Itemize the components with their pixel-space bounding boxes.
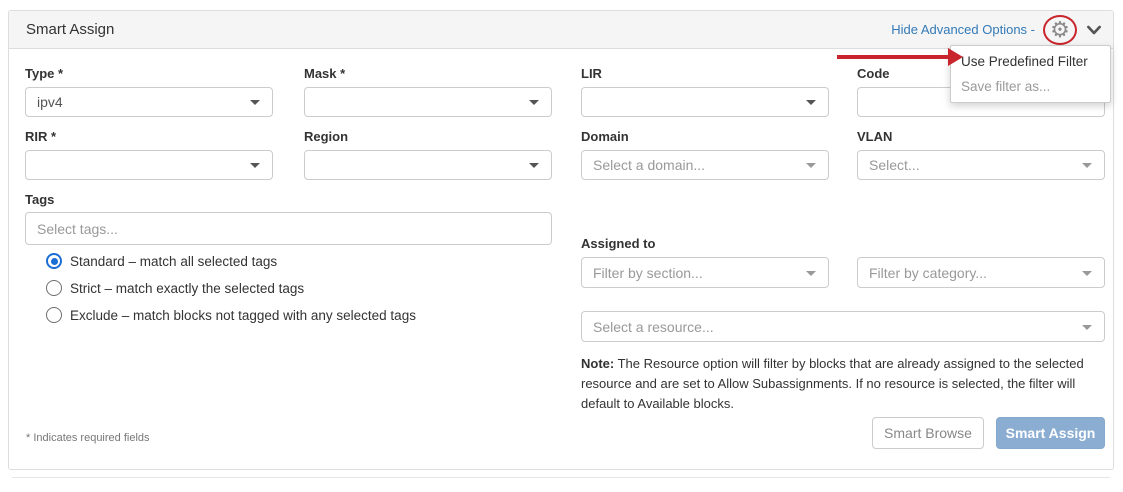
resource-note: Note: The Resource option will filter by… bbox=[581, 354, 1105, 414]
page-title: Smart Assign bbox=[26, 21, 114, 38]
smart-browse-button[interactable]: Smart Browse bbox=[872, 417, 984, 449]
type-label: Type * bbox=[25, 66, 63, 81]
region-label: Region bbox=[304, 129, 348, 144]
domain-select[interactable]: Select a domain... bbox=[581, 150, 829, 180]
radio-button[interactable] bbox=[46, 253, 62, 269]
menu-item-use-predefined-filter[interactable]: Use Predefined Filter bbox=[951, 49, 1110, 74]
tag-match-option-standard[interactable]: Standard – match all selected tags bbox=[46, 253, 277, 269]
filter-section-select[interactable]: Filter by section... bbox=[581, 257, 829, 288]
code-label: Code bbox=[857, 66, 890, 81]
lir-label: LIR bbox=[581, 66, 602, 81]
radio-label: Exclude – match blocks not tagged with a… bbox=[70, 308, 416, 323]
bottom-divider bbox=[12, 477, 1110, 478]
smart-assign-panel: Smart Assign Hide Advanced Options - ⚙ T… bbox=[8, 10, 1114, 470]
caret-down-icon bbox=[806, 163, 816, 168]
mask-select[interactable] bbox=[304, 87, 552, 117]
lir-select[interactable] bbox=[581, 87, 829, 117]
radio-label: Standard – match all selected tags bbox=[70, 254, 277, 269]
radio-label: Strict – match exactly the selected tags bbox=[70, 281, 304, 296]
filter-settings-button[interactable]: ⚙ bbox=[1045, 16, 1075, 44]
rir-label: RIR * bbox=[25, 129, 56, 144]
caret-down-icon bbox=[1082, 271, 1092, 276]
caret-down-icon bbox=[250, 100, 260, 105]
type-select[interactable]: ipv4 bbox=[25, 87, 273, 117]
required-fields-note: * Indicates required fields bbox=[26, 432, 150, 444]
gear-icon: ⚙ bbox=[1050, 19, 1070, 41]
note-prefix: Note: bbox=[581, 356, 614, 371]
caret-down-icon bbox=[1082, 325, 1092, 330]
rir-select[interactable] bbox=[25, 150, 273, 180]
region-select[interactable] bbox=[304, 150, 552, 180]
filter-settings-menu: Use Predefined Filter Save filter as... bbox=[950, 45, 1111, 103]
vlan-placeholder: Select... bbox=[869, 157, 920, 173]
annotation-arrow-head bbox=[948, 48, 963, 66]
tag-match-option-exclude[interactable]: Exclude – match blocks not tagged with a… bbox=[46, 307, 416, 323]
resource-select[interactable]: Select a resource... bbox=[581, 311, 1105, 342]
chevron-down-icon[interactable] bbox=[1085, 21, 1103, 39]
tag-match-option-strict[interactable]: Strict – match exactly the selected tags bbox=[46, 280, 304, 296]
panel-header: Smart Assign Hide Advanced Options - ⚙ bbox=[9, 11, 1113, 49]
resource-placeholder: Select a resource... bbox=[593, 319, 714, 335]
type-value: ipv4 bbox=[37, 94, 63, 110]
caret-down-icon bbox=[529, 163, 539, 168]
caret-down-icon bbox=[1082, 163, 1092, 168]
hide-advanced-options-link[interactable]: Hide Advanced Options - bbox=[891, 22, 1035, 37]
tags-placeholder: Select tags... bbox=[37, 221, 118, 237]
caret-down-icon bbox=[806, 100, 816, 105]
vlan-label: VLAN bbox=[857, 129, 892, 144]
assigned-to-label: Assigned to bbox=[581, 236, 655, 251]
radio-button[interactable] bbox=[46, 280, 62, 296]
smart-assign-button[interactable]: Smart Assign bbox=[996, 417, 1105, 449]
annotation-arrow-line bbox=[837, 55, 949, 59]
caret-down-icon bbox=[250, 163, 260, 168]
caret-down-icon bbox=[806, 271, 816, 276]
category-placeholder: Filter by category... bbox=[869, 265, 987, 281]
radio-button[interactable] bbox=[46, 307, 62, 323]
vlan-select[interactable]: Select... bbox=[857, 150, 1105, 180]
domain-placeholder: Select a domain... bbox=[593, 157, 705, 173]
domain-label: Domain bbox=[581, 129, 629, 144]
mask-label: Mask * bbox=[304, 66, 345, 81]
tags-label: Tags bbox=[25, 192, 54, 207]
caret-down-icon bbox=[529, 100, 539, 105]
note-body: The Resource option will filter by block… bbox=[581, 356, 1084, 411]
filter-category-select[interactable]: Filter by category... bbox=[857, 257, 1105, 288]
smart-assign-screen: Smart Assign Hide Advanced Options - ⚙ T… bbox=[0, 0, 1123, 492]
header-actions: Hide Advanced Options - ⚙ bbox=[891, 16, 1103, 44]
tags-input[interactable]: Select tags... bbox=[25, 212, 552, 245]
menu-item-save-filter-as[interactable]: Save filter as... bbox=[951, 74, 1110, 99]
section-placeholder: Filter by section... bbox=[593, 265, 703, 281]
